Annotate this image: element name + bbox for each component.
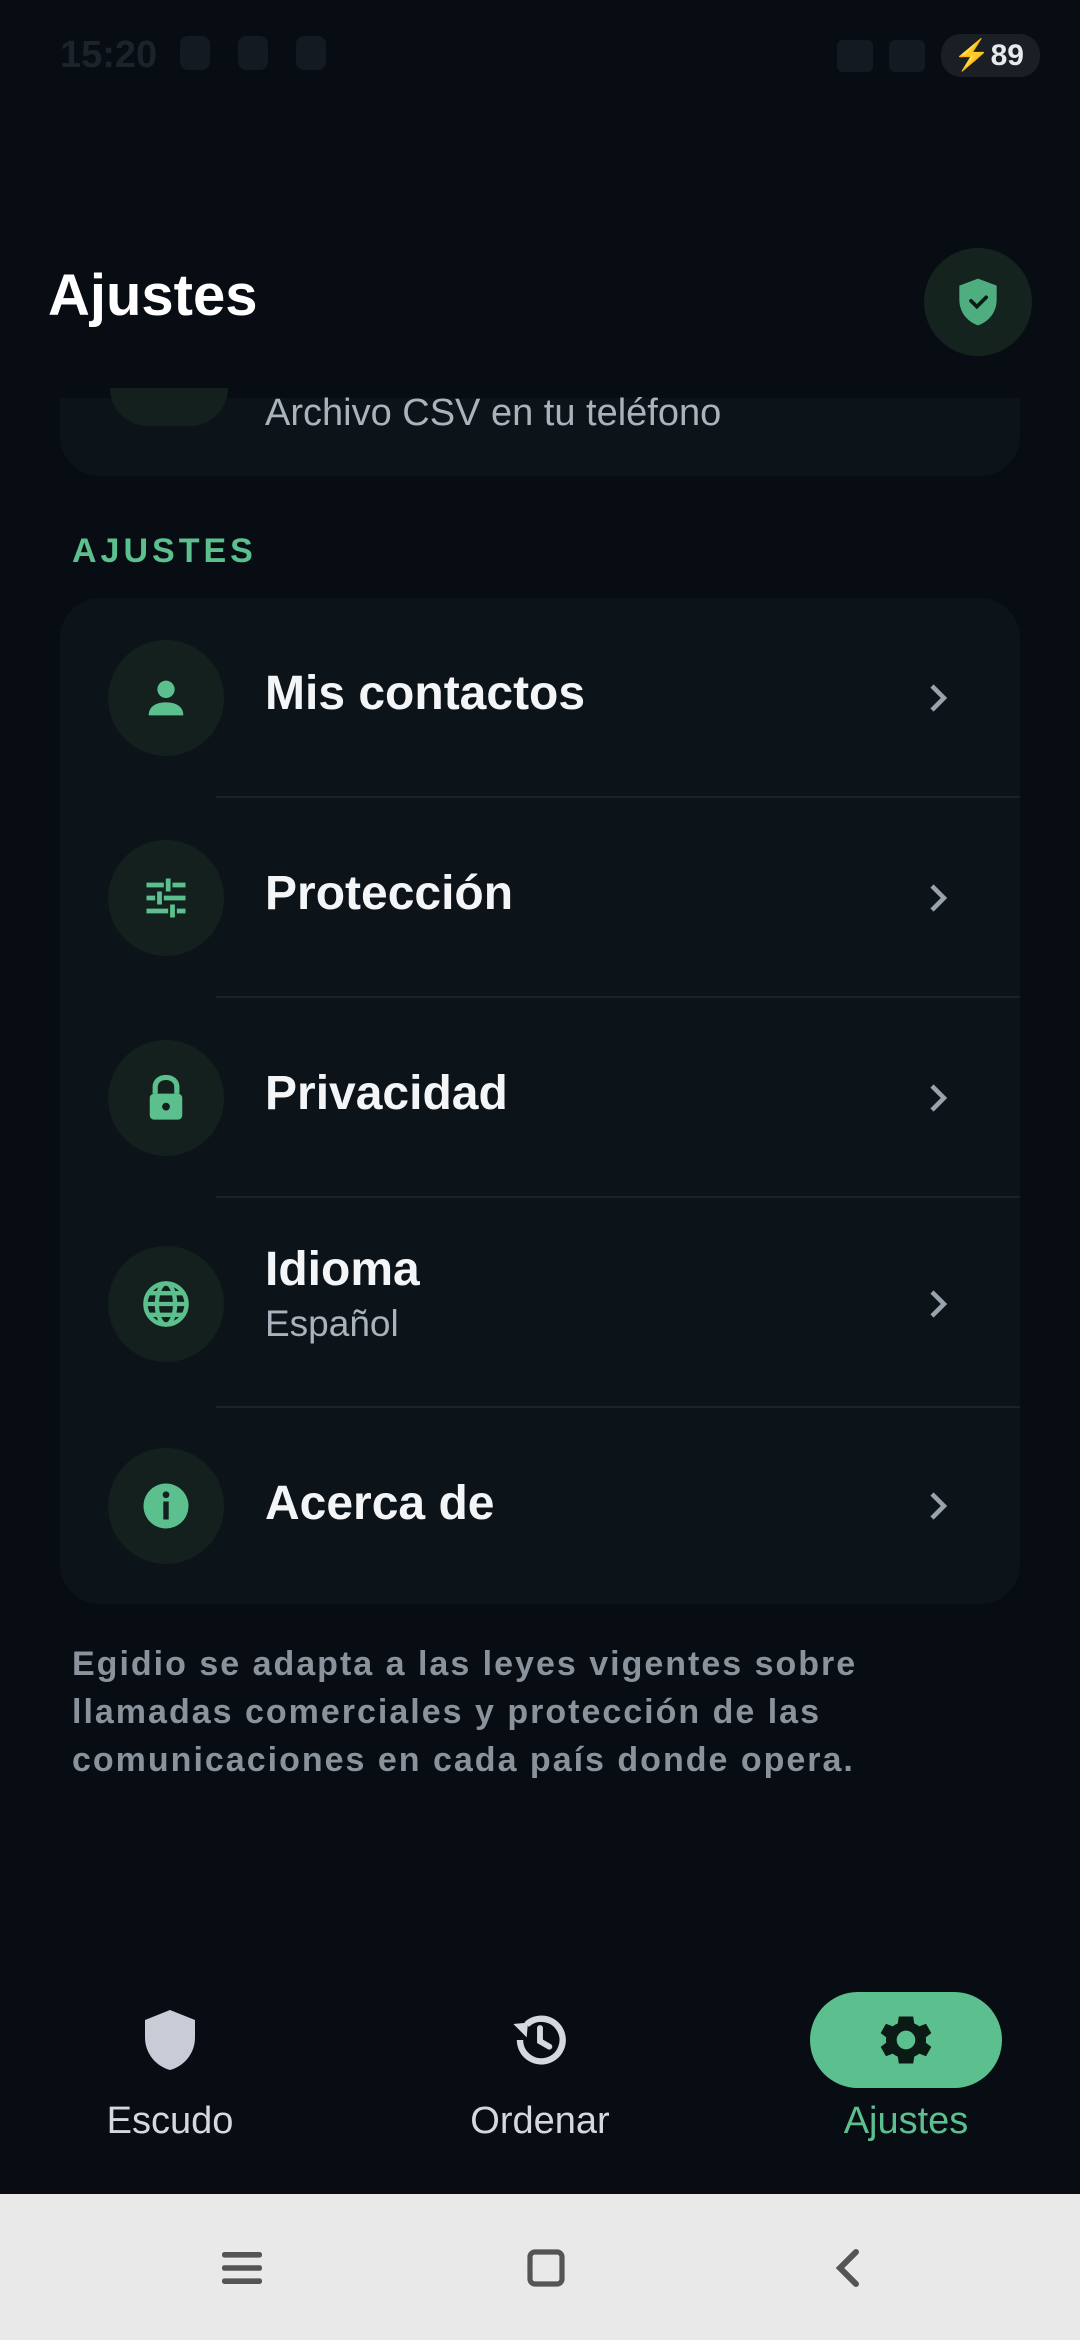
status-notification-icons bbox=[180, 36, 326, 70]
battery-level: 89 bbox=[990, 39, 1024, 72]
chevron-right-icon bbox=[930, 684, 948, 712]
shield-status-button[interactable] bbox=[924, 248, 1032, 356]
chevron-right-icon bbox=[930, 1492, 948, 1520]
icon-circle bbox=[108, 640, 224, 756]
status-time: 15:20 bbox=[60, 34, 158, 76]
nav-label: Ajustes bbox=[843, 2100, 969, 2142]
notification-icon bbox=[180, 36, 210, 70]
export-icon bbox=[110, 388, 228, 426]
notification-icon bbox=[296, 36, 326, 70]
settings-list: Mis contactos Protección Privacidad Idio… bbox=[60, 598, 1020, 1604]
back-button[interactable] bbox=[816, 2236, 880, 2300]
status-bar: 15:20 ⚡89 bbox=[0, 0, 1080, 110]
settings-item-label: Acerca de bbox=[265, 1477, 495, 1530]
gear-icon bbox=[880, 2016, 932, 2064]
home-button[interactable] bbox=[514, 2236, 578, 2300]
square-icon bbox=[527, 2249, 565, 2287]
page-title: Ajustes bbox=[48, 263, 258, 328]
icon-circle bbox=[108, 1246, 224, 1362]
legal-footnote: Egidio se adapta a las leyes vigentes so… bbox=[72, 1645, 858, 1779]
chevron-right-icon bbox=[930, 1084, 948, 1112]
settings-item-value: Español bbox=[265, 1303, 399, 1344]
nav-pill bbox=[74, 1992, 266, 2088]
nav-label: Ordenar bbox=[470, 2100, 610, 2142]
system-navigation-bar bbox=[0, 2194, 1080, 2340]
icon-circle bbox=[108, 1448, 224, 1564]
nav-tab-escudo[interactable]: Escudo bbox=[20, 1970, 320, 2194]
settings-item-language[interactable]: Idioma Español bbox=[60, 1198, 1020, 1408]
network-icon bbox=[889, 39, 926, 72]
notification-icon bbox=[238, 36, 268, 70]
info-icon bbox=[143, 1483, 189, 1529]
nav-label: Escudo bbox=[106, 2100, 234, 2142]
back-chevron-icon bbox=[835, 2249, 859, 2287]
shield-icon bbox=[145, 2010, 195, 2070]
nav-pill bbox=[444, 1992, 636, 2088]
history-icon bbox=[513, 2015, 566, 2065]
settings-item-about[interactable]: Acerca de bbox=[60, 1408, 1020, 1604]
battery-indicator: ⚡89 bbox=[941, 34, 1040, 77]
status-right: ⚡89 bbox=[837, 34, 1040, 77]
settings-item-protection[interactable]: Protección bbox=[60, 798, 1020, 998]
person-icon bbox=[148, 680, 184, 716]
shield-check-icon bbox=[959, 278, 997, 326]
bottom-navigation: Escudo Ordenar Ajustes bbox=[0, 1970, 1080, 2194]
signal-icon bbox=[837, 39, 874, 72]
nav-pill-active bbox=[810, 1992, 1002, 2088]
chevron-right-icon bbox=[930, 884, 948, 912]
chevron-right-icon bbox=[930, 1290, 948, 1318]
settings-item-label: Mis contactos bbox=[265, 667, 586, 720]
globe-icon bbox=[143, 1281, 189, 1327]
nav-tab-ajustes[interactable]: Ajustes bbox=[756, 1970, 1056, 2194]
lock-icon bbox=[149, 1074, 183, 1120]
export-subtitle: Archivo CSV en tu teléfono bbox=[265, 392, 722, 434]
nav-tab-ordenar[interactable]: Ordenar bbox=[390, 1970, 690, 2194]
settings-item-label: Protección bbox=[265, 867, 514, 920]
settings-item-label: Idioma bbox=[265, 1243, 420, 1296]
tune-icon bbox=[146, 878, 186, 918]
icon-circle bbox=[108, 840, 224, 956]
settings-item-contacts[interactable]: Mis contactos bbox=[60, 598, 1020, 798]
recents-button[interactable] bbox=[210, 2236, 274, 2300]
icon-circle bbox=[108, 1040, 224, 1156]
section-label: AJUSTES bbox=[72, 532, 257, 570]
settings-item-privacy[interactable]: Privacidad bbox=[60, 998, 1020, 1198]
menu-icon bbox=[222, 2252, 262, 2284]
export-card[interactable]: Archivo CSV en tu teléfono bbox=[60, 388, 1020, 476]
settings-item-label: Privacidad bbox=[265, 1067, 508, 1120]
